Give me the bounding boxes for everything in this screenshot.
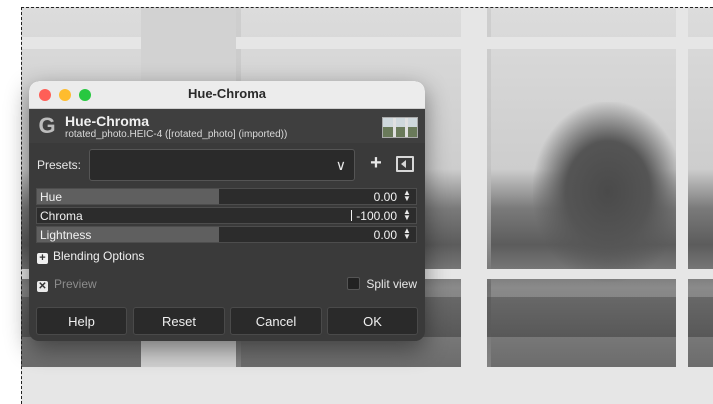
reset-button[interactable]: Reset [133,307,225,335]
hue-chroma-dialog: Hue-Chroma G Hue-Chroma rotated_photo.HE… [29,81,425,341]
expand-plus-icon: + [37,253,48,264]
spin-arrows-icon[interactable]: ▲ ▼ [401,189,413,203]
selection-border [21,7,23,404]
title-bar[interactable]: Hue-Chroma [29,81,425,109]
chroma-slider[interactable]: Chroma -100.00 ▲ ▼ [36,207,417,224]
window-title: Hue-Chroma [187,86,266,101]
tree-silhouette [533,102,683,282]
presets-label: Presets: [37,158,82,172]
preview-checkbox[interactable]: ✕ Preview [37,277,97,292]
slider-label: Chroma [40,209,83,223]
ok-button[interactable]: OK [327,307,418,335]
window-frame [676,7,688,404]
blending-options-label: Blending Options [53,249,145,263]
header-title: Hue-Chroma [65,113,150,129]
presets-dropdown[interactable]: ∨ [89,149,355,181]
chevron-down-icon: ∨ [335,157,346,173]
preset-menu-icon[interactable] [396,156,414,172]
slider-cursor-mark [351,210,352,221]
checkbox-icon: ✕ [37,281,48,292]
gimp-logo-icon: G [38,113,56,138]
thumbnail-frame [405,118,408,137]
checkbox-icon [347,277,361,290]
thumbnail-frame [393,118,396,137]
blending-options-expander[interactable]: + Blending Options [37,249,144,264]
cancel-button[interactable]: Cancel [230,307,322,335]
hue-slider[interactable]: Hue 0.00 ▲ ▼ [36,188,417,205]
selection-border [21,7,713,9]
image-thumbnail [382,117,418,138]
slider-value[interactable]: 0.00 [374,228,397,242]
thumbnail-ground [383,127,417,137]
window-frame [21,37,713,49]
help-button[interactable]: Help [36,307,127,335]
slider-label: Hue [40,190,63,204]
slider-value[interactable]: -100.00 [356,209,397,223]
header-subtitle: rotated_photo.HEIC-4 ([rotated_photo] (i… [65,129,288,140]
dialog-header: G Hue-Chroma rotated_photo.HEIC-4 ([rota… [29,109,425,143]
lightness-slider[interactable]: Lightness 0.00 ▲ ▼ [36,226,417,243]
preview-label: Preview [54,277,97,291]
split-view-label: Split view [366,277,417,291]
add-preset-button[interactable]: + [367,153,385,173]
slider-fill [37,189,219,204]
spin-arrows-icon[interactable]: ▲ ▼ [401,208,413,222]
slider-value[interactable]: 0.00 [374,190,397,204]
thumbnail-sky [383,118,417,127]
window-frame [21,367,713,404]
slider-label: Lightness [40,228,92,242]
spin-arrows-icon[interactable]: ▲ ▼ [401,227,413,241]
split-view-checkbox[interactable]: Split view [347,277,417,291]
window-frame [461,7,487,404]
